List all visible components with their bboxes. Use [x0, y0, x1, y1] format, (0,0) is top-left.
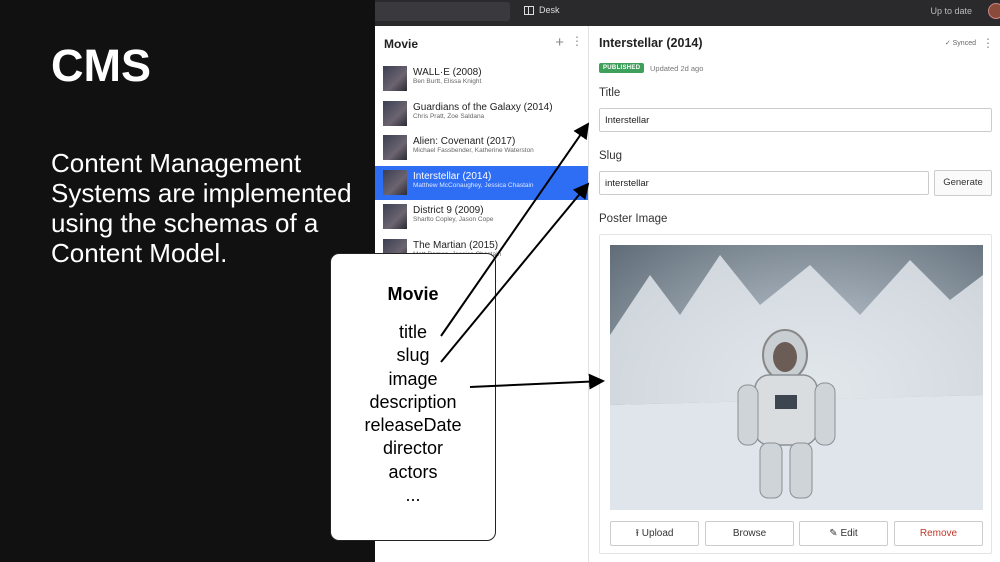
upload-label: Upload	[641, 528, 674, 539]
slide: CMS Content Management Systems are imple…	[0, 0, 1000, 562]
slide-text-panel: CMS Content Management Systems are imple…	[0, 0, 375, 562]
desk-label: Desk	[539, 5, 560, 15]
upload-button[interactable]: ⭱ Upload	[610, 521, 699, 546]
list-item[interactable]: Guardians of the Galaxy (2014) Chris Prat…	[375, 97, 588, 132]
schema-field: actors	[388, 461, 438, 482]
list-item-title: Alien: Covenant (2017)	[413, 136, 516, 147]
slide-body: Content Management Systems are implement…	[51, 148, 352, 268]
slide-heading: CMS	[51, 40, 151, 91]
slug-field-label: Slug	[599, 150, 623, 162]
remove-button[interactable]: Remove	[894, 521, 983, 546]
published-badge: PUBLISHED	[599, 63, 645, 73]
list-item-subtitle: Matthew McConaughey, Jessica Chastain	[413, 181, 534, 189]
sync-status: ✓ Synced	[944, 40, 976, 47]
edit-label: Edit	[840, 528, 858, 539]
browse-button[interactable]: Browse	[705, 521, 794, 546]
list-item-subtitle: Sharlto Copley, Jason Cope	[413, 216, 494, 223]
list-item-subtitle: Michael Fassbender, Katherine Waterston	[413, 147, 534, 154]
schema-field-list: title slug image description releaseDate dire…	[331, 321, 495, 507]
more-menu-icon[interactable]: ⋮	[571, 34, 583, 48]
list-item-title: Interstellar (2014)	[413, 170, 492, 182]
list-item-title: Guardians of the Galaxy (2014)	[413, 101, 553, 113]
movie-thumbnail	[383, 204, 407, 229]
studio-topbar: Desk Up to date	[375, 0, 1000, 26]
plus-icon[interactable]: +	[555, 34, 564, 51]
schema-card: Movie title slug image description releaseDa…	[330, 253, 496, 541]
astronaut-in-snow-image	[610, 255, 983, 510]
list-item[interactable]: Alien: Covenant (2017) Michael Fassbender…	[375, 131, 588, 166]
list-item-subtitle: Chris Pratt, Zoe Saldana	[413, 112, 485, 120]
title-input[interactable]: Interstellar	[599, 108, 992, 132]
schema-field: releaseDate	[364, 415, 462, 436]
list-item-title: The Martian (2015)	[413, 239, 499, 251]
poster-field: ⭱ Upload Browse ✎ Edit Remove	[599, 234, 992, 554]
document-editor-pane: Interstellar (2014) ✓ Synced ⋮ PUBLISHED…	[589, 26, 1000, 562]
pencil-icon: ✎	[829, 528, 841, 539]
movie-thumbnail	[383, 135, 407, 160]
desk-icon	[524, 5, 534, 15]
schema-field: description	[369, 391, 457, 412]
avatar[interactable]	[988, 3, 1000, 19]
list-item-title: WALL·E (2008)	[413, 67, 482, 78]
desk-tool-button[interactable]: Desk	[524, 5, 560, 15]
updated-timestamp: Updated 2d ago	[650, 64, 704, 73]
schema-field: image	[388, 368, 438, 389]
title-field-label: Title	[599, 87, 621, 99]
document-menu-icon[interactable]: ⋮	[982, 36, 994, 50]
schema-field: director	[382, 438, 444, 459]
schema-field: ...	[405, 485, 421, 506]
list-header: Movie + ⋮	[375, 26, 588, 62]
poster-image[interactable]	[610, 245, 983, 510]
status-text: Up to date	[930, 6, 972, 16]
schema-field: slug	[396, 345, 430, 366]
movie-thumbnail	[383, 66, 407, 91]
list-item[interactable]: District 9 (2009) Sharlto Copley, Jason C…	[375, 200, 588, 235]
list-item-subtitle: Ben Burtt, Elissa Knight	[413, 78, 482, 85]
schema-field: title	[398, 322, 427, 342]
movie-thumbnail	[383, 169, 407, 195]
list-title: Movie	[384, 37, 419, 51]
poster-field-label: Poster Image	[599, 213, 668, 225]
slug-input[interactable]: interstellar	[599, 171, 929, 195]
list-item[interactable]: WALL·E (2008) Ben Burtt, Elissa Knight	[375, 62, 588, 97]
list-item[interactable]: Interstellar (2014) Matthew McConaughey, …	[375, 165, 588, 200]
generate-slug-button[interactable]: Generate	[934, 170, 992, 196]
list-item-title: District 9 (2009)	[413, 205, 484, 216]
search-input[interactable]	[375, 2, 510, 21]
movie-thumbnail	[383, 100, 407, 126]
edit-button[interactable]: ✎ Edit	[799, 521, 888, 546]
document-title: Interstellar (2014)	[599, 36, 703, 50]
schema-card-title: Movie	[387, 284, 439, 304]
